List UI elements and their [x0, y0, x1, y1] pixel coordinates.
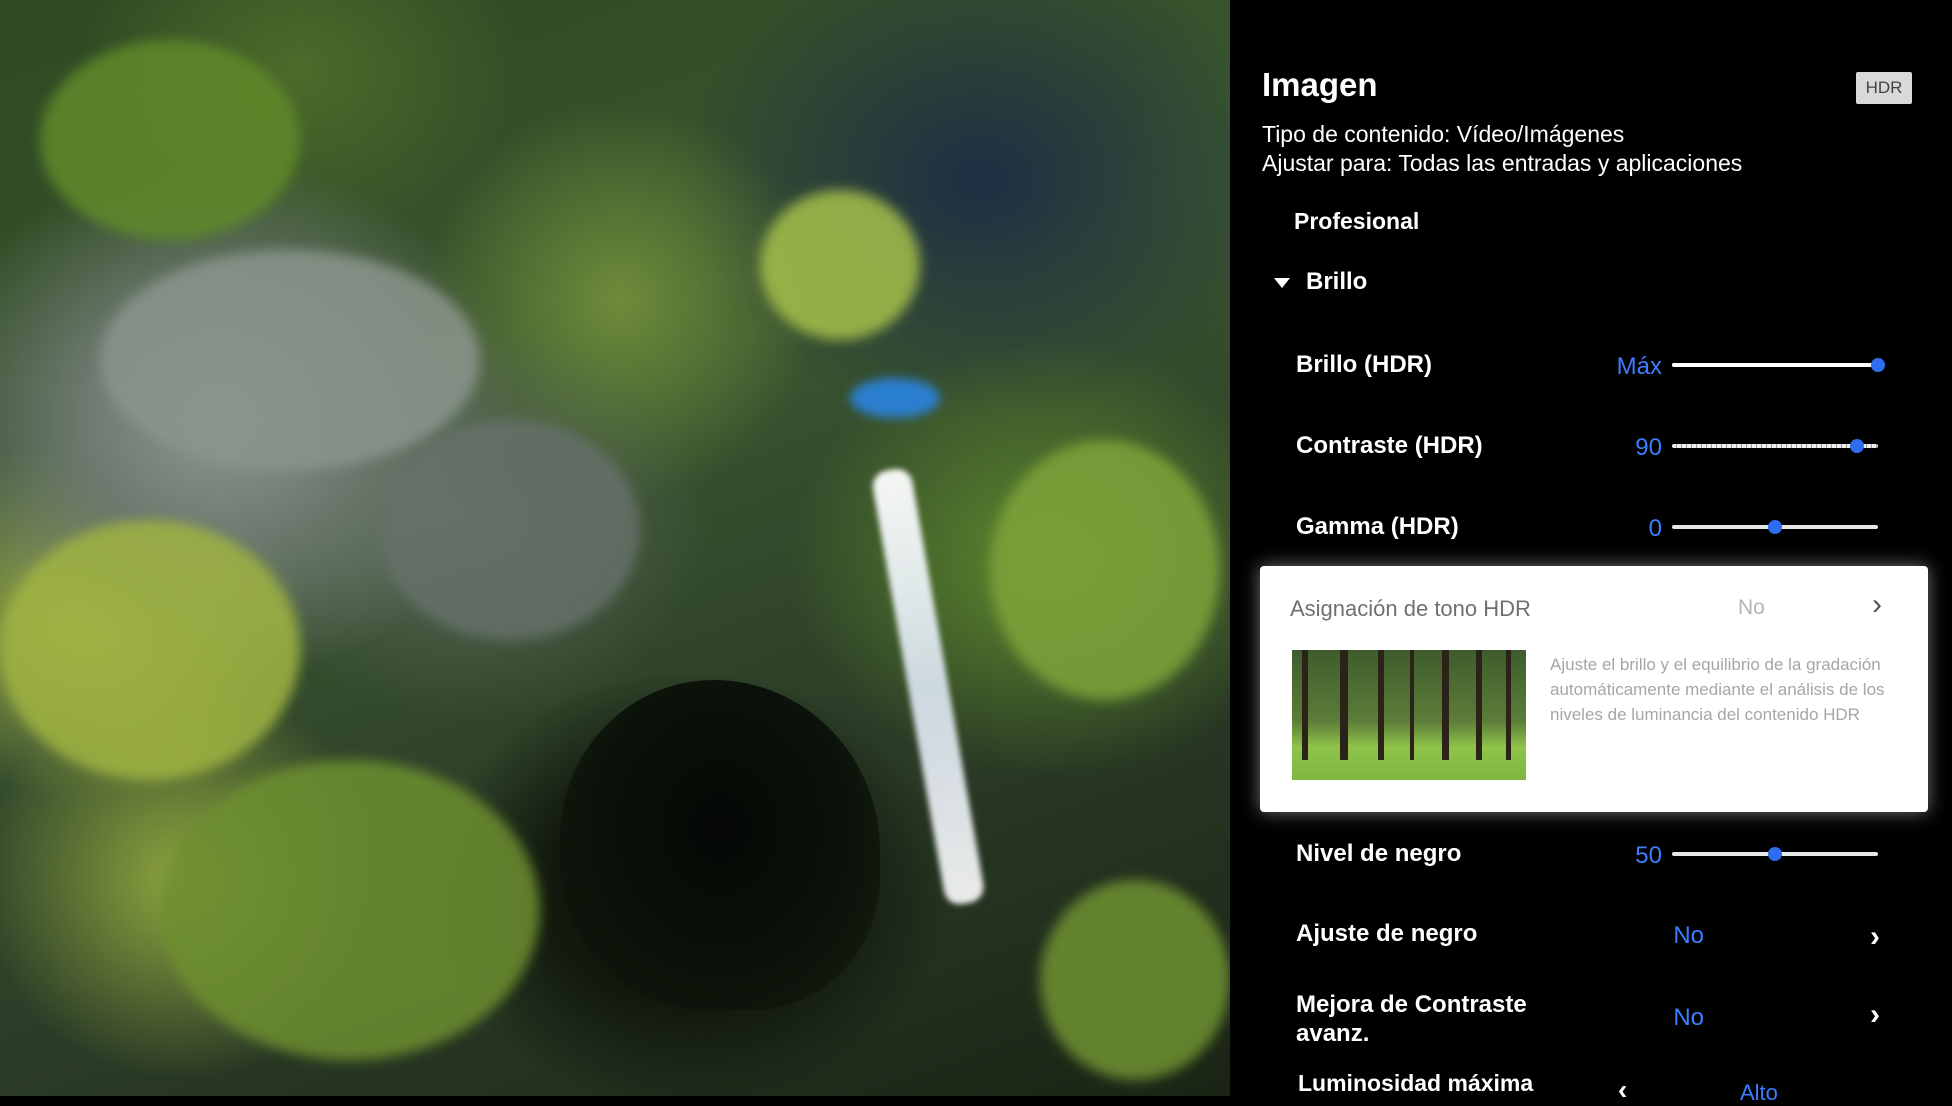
chevron-right-icon: › — [1870, 920, 1880, 953]
rock-patch — [380, 420, 640, 640]
water-pool — [850, 378, 940, 418]
triangle-down-icon — [1274, 277, 1290, 288]
foliage-patch — [160, 760, 540, 1060]
black-level-slider[interactable] — [1672, 847, 1878, 861]
setting-label: Mejora de Contraste avanz. — [1296, 991, 1527, 1047]
foliage-patch — [40, 40, 300, 240]
gamma-slider[interactable] — [1672, 520, 1878, 534]
chevron-right-icon: › — [1872, 588, 1882, 621]
setting-label: Gamma (HDR) — [1296, 513, 1459, 540]
tree-trunk — [1476, 650, 1482, 760]
tree-trunk — [1410, 650, 1414, 760]
setting-gamma-hdr[interactable]: Gamma (HDR) 0 — [1230, 499, 1952, 555]
forest-preview-image — [1292, 650, 1526, 780]
picture-settings-panel: Imagen HDR Tipo de contenido: Vídeo/Imág… — [1230, 0, 1952, 1105]
tree-trunk — [1302, 650, 1308, 760]
setting-label: Contraste (HDR) — [1296, 432, 1483, 459]
foliage-patch — [0, 520, 300, 780]
setting-contrast-hdr[interactable]: Contraste (HDR) 90 — [1230, 418, 1952, 474]
foliage-patch — [1040, 880, 1230, 1080]
slider-thumb[interactable] — [1768, 520, 1782, 534]
setting-black-adjust[interactable]: Ajuste de negro No › — [1230, 906, 1952, 962]
slider-thumb[interactable] — [1768, 847, 1782, 861]
setting-description: Ajuste el brillo y el equilibrio de la g… — [1550, 655, 1885, 724]
tree-trunk — [1340, 650, 1348, 760]
setting-value: No — [1673, 1004, 1704, 1031]
setting-contrast-enhancer[interactable]: Mejora de Contraste avanz. No › — [1230, 986, 1952, 1050]
setting-peak-luminance-label[interactable]: Luminosidad máxima — [1298, 1070, 1533, 1097]
setting-value: Máx — [1616, 353, 1662, 380]
content-type-text: Tipo de contenido: Vídeo/Imágenes — [1262, 121, 1625, 147]
panel-title: Imagen — [1262, 66, 1378, 103]
setting-value: No — [1738, 596, 1765, 619]
section-brillo[interactable]: Brillo — [1274, 268, 1367, 296]
setting-brightness-hdr[interactable]: Brillo (HDR) Máx — [1230, 337, 1952, 393]
slider-thumb[interactable] — [1850, 439, 1865, 453]
section-label: Brillo — [1306, 268, 1368, 295]
hdr-tone-mapping-item[interactable]: Asignación de tono HDR No › Ajuste el br… — [1260, 566, 1928, 812]
cave-shadow — [560, 680, 880, 1010]
setting-label: Nivel de negro — [1296, 840, 1462, 867]
slider-thumb[interactable] — [1871, 358, 1885, 372]
waterfall — [870, 466, 987, 907]
setting-value: 0 — [1648, 515, 1662, 542]
setting-value: 90 — [1635, 434, 1662, 461]
brightness-slider[interactable] — [1672, 358, 1885, 372]
rock-patch — [100, 250, 480, 470]
setting-label: Asignación de tono HDR — [1290, 596, 1531, 621]
setting-black-level[interactable]: Nivel de negro 50 — [1230, 826, 1952, 882]
hdr-badge: HDR — [1856, 72, 1912, 104]
setting-label: Ajuste de negro — [1296, 920, 1478, 947]
foliage-patch — [990, 440, 1220, 700]
setting-value: Alto — [1740, 1080, 1778, 1105]
adjust-for-text: Ajustar para: Todas las entradas y aplic… — [1262, 150, 1743, 176]
setting-label: Brillo (HDR) — [1296, 351, 1432, 378]
contrast-slider[interactable] — [1672, 439, 1878, 453]
profile-item-partial[interactable]: Profesional — [1294, 203, 1419, 230]
chevron-left-icon[interactable]: ‹ — [1618, 1074, 1627, 1106]
tree-trunk — [1442, 650, 1449, 760]
tree-trunk — [1506, 650, 1511, 760]
foliage-patch — [760, 190, 920, 340]
setting-value: No — [1673, 922, 1704, 949]
setting-value: 50 — [1635, 842, 1662, 869]
tree-trunk — [1378, 650, 1384, 760]
background-photo — [0, 0, 1230, 1096]
slider-fill — [1672, 363, 1878, 367]
chevron-right-icon: › — [1870, 998, 1880, 1031]
